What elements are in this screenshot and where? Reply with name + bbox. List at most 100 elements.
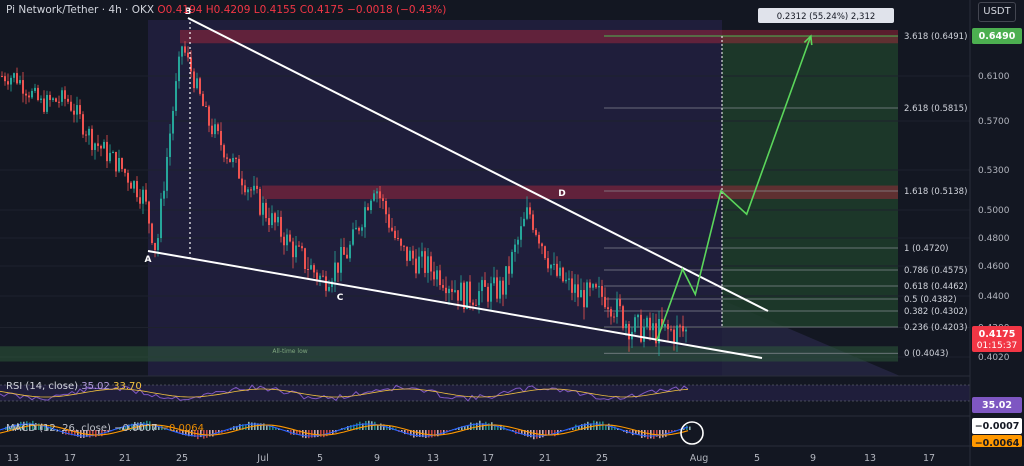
- candle-body: [229, 158, 231, 163]
- candle-body: [283, 236, 285, 246]
- candle-body: [328, 286, 330, 291]
- candle-body: [163, 190, 165, 199]
- candle-body: [178, 56, 180, 82]
- candle-body: [637, 314, 639, 318]
- candle-body: [484, 280, 486, 287]
- candle-body: [418, 256, 420, 274]
- date-tick-4: Jul: [256, 453, 268, 464]
- fib-label-1: 2.618 (0.5815): [904, 104, 967, 114]
- candle-body: [646, 317, 648, 328]
- date-tick-10: 25: [596, 453, 608, 464]
- candle-body: [619, 298, 621, 307]
- ohlc-change: −0.0018 (−0.43%): [347, 4, 447, 16]
- macd-hist-value: −0.0007: [114, 423, 158, 434]
- candle-body: [571, 278, 573, 293]
- candle-body: [271, 213, 273, 226]
- candle-body: [568, 278, 570, 280]
- candle-body: [145, 189, 147, 202]
- candle-body: [151, 223, 153, 244]
- price-chart[interactable]: 3.618 (0.6491) 2.618 (0.5815) 1.618 (0.513…: [0, 0, 1024, 466]
- candle-body: [154, 243, 156, 251]
- candle-body: [376, 191, 378, 194]
- candle-body: [247, 189, 249, 193]
- symbol-header[interactable]: Pi Network/Tether · 4h · OKX O0.4194 H0.…: [6, 4, 446, 16]
- candle-body: [622, 306, 624, 329]
- candle-body: [124, 168, 126, 173]
- candle-body: [253, 185, 255, 191]
- candle-body: [472, 302, 474, 305]
- rsi-header[interactable]: RSI (14, close) 35.02 33.70: [6, 381, 142, 392]
- candle-body: [268, 218, 270, 226]
- candle-body: [499, 280, 501, 299]
- symbol-title[interactable]: Pi Network/Tether · 4h · OKX: [6, 4, 154, 16]
- candle-body: [481, 280, 483, 292]
- candle-body: [241, 178, 243, 186]
- candle-body: [538, 234, 540, 244]
- candle-body: [409, 250, 411, 261]
- candle-body: [319, 275, 321, 280]
- candle-body: [79, 105, 81, 115]
- ohlc-low: L0.4155: [253, 4, 297, 16]
- candle-body: [388, 214, 390, 228]
- candle-body: [550, 264, 552, 269]
- candle-body: [130, 182, 132, 189]
- candle-body: [196, 78, 198, 89]
- candle-body: [259, 188, 261, 215]
- date-tick-5: 5: [317, 453, 323, 464]
- fib-label-7: 0.382 (0.4302): [904, 307, 967, 317]
- date-tick-6: 9: [374, 453, 380, 464]
- measure-label: 0.2312 (55.24%) 2,312: [777, 12, 876, 22]
- candle-body: [592, 284, 594, 288]
- pattern-point-A: A: [145, 255, 152, 265]
- macd-hist-bar: [641, 430, 643, 438]
- candle-body: [667, 324, 669, 330]
- date-tick-8: 17: [482, 453, 494, 464]
- price-tick-8: 0.4020: [978, 353, 1010, 363]
- candle-body: [286, 234, 288, 246]
- candle-body: [337, 262, 339, 273]
- candle-body: [34, 87, 36, 91]
- candle-body: [670, 329, 672, 331]
- candle-body: [298, 245, 300, 247]
- price-tick-5: 0.4600: [978, 262, 1010, 272]
- macd-hist-bar: [365, 421, 367, 430]
- candle-body: [673, 329, 675, 343]
- candle-body: [313, 265, 315, 273]
- candle-body: [256, 185, 258, 189]
- candle-body: [85, 134, 87, 136]
- candle-body: [94, 143, 96, 150]
- candle-body: [586, 282, 588, 308]
- fib-label-8: 0.236 (0.4203): [904, 323, 967, 333]
- candle-body: [172, 110, 174, 134]
- pattern-point-D: D: [558, 189, 565, 199]
- macd-hist-bar: [689, 426, 691, 430]
- ohlc-open: O0.4194: [157, 4, 203, 16]
- candle-body: [304, 248, 306, 269]
- macd-hist-bar: [206, 430, 208, 438]
- candle-body: [73, 110, 75, 115]
- candle-body: [613, 316, 615, 318]
- candle-body: [343, 246, 345, 255]
- rsi-value: 35.02: [81, 381, 110, 392]
- candle-body: [88, 128, 90, 136]
- rsi-pane: [0, 375, 970, 402]
- candle-body: [391, 227, 393, 231]
- candle-body: [76, 105, 78, 115]
- candle-body: [565, 279, 567, 282]
- date-tick-11: Aug: [690, 453, 709, 464]
- candle-body: [421, 251, 423, 257]
- currency-button[interactable]: USDT: [978, 2, 1016, 22]
- candle-body: [187, 52, 189, 58]
- date-tick-1: 17: [64, 453, 76, 464]
- candle-body: [22, 80, 24, 94]
- candle-body: [502, 280, 504, 295]
- candle-body: [634, 317, 636, 332]
- candle-body: [682, 325, 684, 332]
- candle-body: [523, 218, 525, 227]
- macd-header[interactable]: MACD (12, 26, close) −0.0007 −0.0064: [6, 423, 204, 434]
- candle-body: [346, 254, 348, 259]
- candle-body: [394, 230, 396, 238]
- candle-body: [532, 214, 534, 230]
- candle-body: [427, 256, 429, 273]
- candle-body: [508, 266, 510, 274]
